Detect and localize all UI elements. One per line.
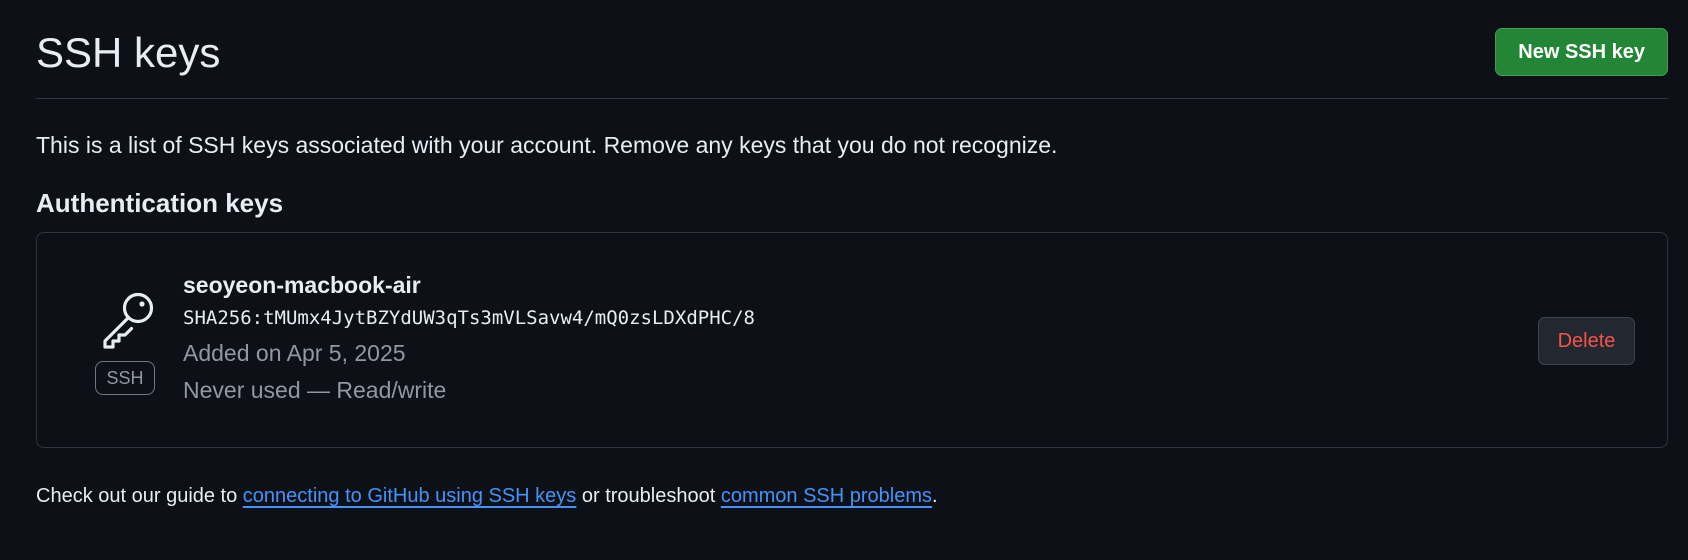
key-fingerprint: SHA256:tMUmx4JytBZYdUW3qTs3mVLSavw4/mQ0z… — [183, 307, 755, 329]
key-usage: Never used — Read/write — [183, 377, 447, 403]
section-title-authentication-keys: Authentication keys — [36, 188, 284, 218]
key-details: seoyeon-macbook-air SHA256:tMUmx4JytBZYd… — [183, 271, 755, 413]
connecting-ssh-keys-link[interactable]: connecting to GitHub using SSH keys — [243, 485, 577, 507]
key-icon — [103, 292, 154, 349]
key-title: seoyeon-macbook-air — [183, 272, 421, 298]
footer-text-after: . — [932, 485, 938, 507]
footer-text-before: Check out our guide to — [36, 485, 243, 507]
common-ssh-problems-link[interactable]: common SSH problems — [721, 485, 932, 507]
new-ssh-key-button[interactable]: New SSH key — [1495, 28, 1668, 76]
ssh-keys-page: SSH keys New SSH key This is a list of S… — [0, 0, 1688, 560]
intro-text: This is a list of SSH keys associated wi… — [36, 132, 1058, 158]
key-added-date: Added on Apr 5, 2025 — [183, 340, 406, 366]
ssh-type-badge: SSH — [95, 361, 155, 395]
delete-key-button[interactable]: Delete — [1538, 317, 1635, 365]
ssh-key-item: SSH seoyeon-macbook-air SHA256:tMUmx4Jyt… — [36, 232, 1668, 448]
footer-text-middle: or troubleshoot — [576, 485, 721, 507]
page-title: SSH keys — [36, 29, 221, 76]
footer-help-text: Check out our guide to connecting to Git… — [36, 483, 938, 509]
page-header: SSH keys New SSH key — [36, 22, 1668, 99]
